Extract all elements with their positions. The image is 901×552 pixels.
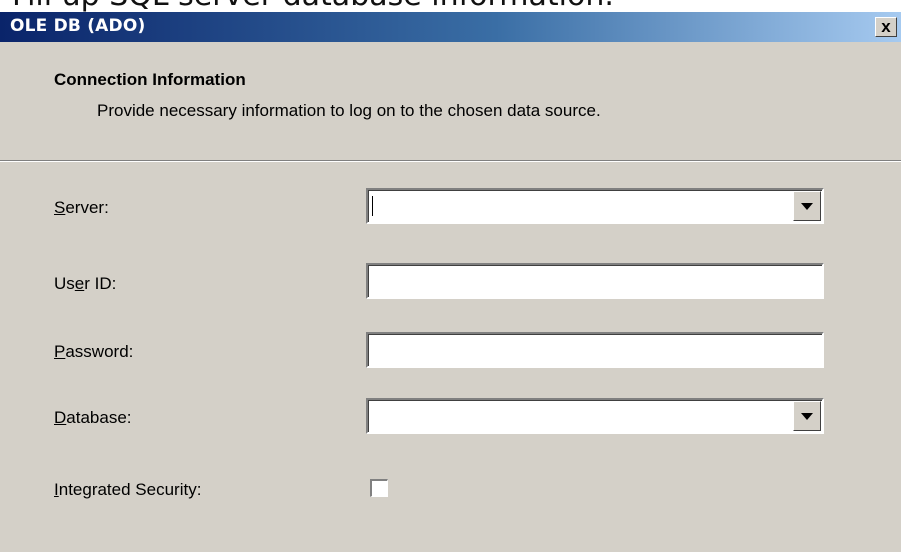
- chevron-down-icon: [801, 203, 813, 210]
- password-label-rest: assword:: [65, 342, 134, 361]
- title-bar[interactable]: OLE DB (ADO) x: [0, 12, 901, 42]
- user-id-label-start: Us: [54, 274, 75, 293]
- user-id-label-rest: r ID:: [84, 274, 117, 293]
- password-label: Password:: [54, 342, 133, 362]
- server-combobox[interactable]: [366, 188, 824, 224]
- user-id-label: User ID:: [54, 274, 116, 294]
- password-label-mnemonic: P: [54, 342, 66, 361]
- integrated-security-checkbox[interactable]: [370, 479, 388, 497]
- close-icon: x: [881, 17, 891, 36]
- database-dropdown-button[interactable]: [793, 401, 821, 431]
- database-label-mnemonic: D: [54, 408, 67, 427]
- database-label-rest: atabase:: [66, 408, 132, 427]
- server-label: Server:: [54, 198, 109, 218]
- server-dropdown-button[interactable]: [793, 191, 821, 221]
- database-label: Database:: [54, 408, 132, 428]
- server-label-mnemonic: S: [54, 198, 66, 217]
- integrated-security-label-rest: ntegrated Security:: [58, 480, 202, 499]
- server-label-rest: erver:: [65, 198, 109, 217]
- password-field[interactable]: [366, 332, 824, 368]
- user-id-field[interactable]: [366, 263, 824, 299]
- header-subtitle: Provide necessary information to log on …: [97, 101, 601, 120]
- database-combobox[interactable]: [366, 398, 824, 434]
- chevron-down-icon: [801, 413, 813, 420]
- dialog-window: OLE DB (ADO) x Connection Information Pr…: [0, 12, 901, 552]
- header-area: Connection Information Provide necessary…: [0, 42, 901, 160]
- caption-strip: Fill up SQL server database information.: [0, 0, 901, 12]
- integrated-security-label: Integrated Security:: [54, 480, 201, 500]
- caption-text: Fill up SQL server database information.: [12, 0, 614, 12]
- header-title: Connection Information: [54, 70, 246, 89]
- text-caret: [372, 196, 373, 216]
- header-separator: [0, 160, 901, 162]
- window-title: OLE DB (ADO): [10, 16, 146, 36]
- user-id-label-mnemonic: e: [74, 274, 85, 293]
- close-button[interactable]: x: [875, 17, 897, 37]
